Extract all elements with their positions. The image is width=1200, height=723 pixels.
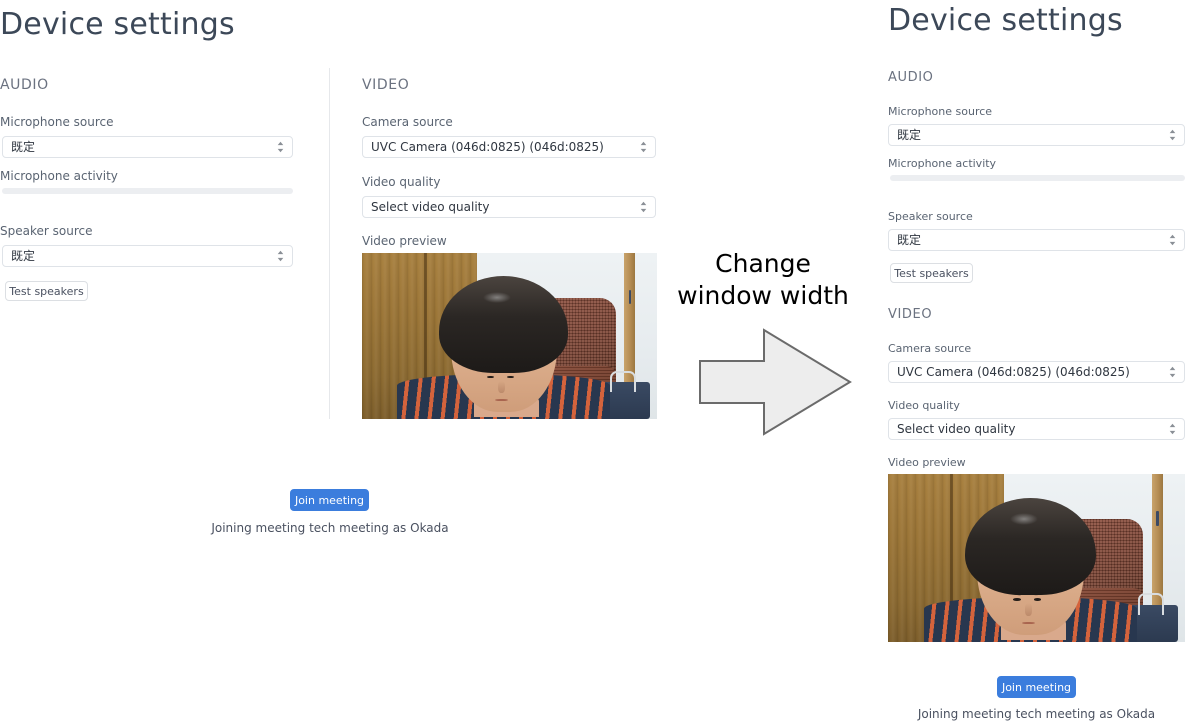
video-quality-select[interactable]: Select video quality: [362, 196, 656, 218]
annotation-group: Change window width: [668, 248, 880, 438]
camera-source-select[interactable]: UVC Camera (046d:0825) (046d:0825): [362, 136, 656, 158]
video-quality-select[interactable]: Select video quality: [888, 418, 1185, 440]
test-speakers-label: Test speakers: [894, 266, 969, 280]
microphone-source-value: 既定: [897, 128, 922, 142]
preview-eye-left: [1013, 598, 1021, 601]
select-chevrons-icon: [1168, 129, 1177, 142]
arrow-right-icon: [698, 326, 853, 438]
preview-eye-left: [486, 375, 495, 379]
video-quality-value: Select video quality: [897, 422, 1016, 436]
microphone-source-select[interactable]: 既定: [888, 124, 1185, 146]
test-speakers-button[interactable]: Test speakers: [890, 263, 973, 283]
preview-hair-highlight: [1009, 513, 1039, 525]
select-chevrons-icon: [276, 250, 285, 263]
preview-bag-handle: [1137, 593, 1165, 616]
narrow-layout-panel: Device settings AUDIO Microphone source …: [888, 0, 1200, 723]
video-quality-value: Select video quality: [371, 200, 490, 214]
camera-source-value: UVC Camera (046d:0825) (046d:0825): [897, 365, 1130, 379]
test-speakers-label: Test speakers: [9, 284, 84, 298]
microphone-activity-label: Microphone activity: [888, 157, 997, 170]
wide-audio-column: AUDIO Microphone source 既定 Microphone ac…: [0, 0, 300, 360]
join-meeting-label: Join meeting: [294, 493, 365, 507]
preview-mouth: [1021, 621, 1035, 625]
microphone-source-select[interactable]: 既定: [2, 136, 293, 158]
preview-eye-right: [506, 375, 515, 379]
preview-eye-right: [1033, 598, 1042, 601]
screenshot-canvas: Device settings AUDIO Microphone source …: [0, 0, 1200, 723]
microphone-source-label: Microphone source: [0, 115, 114, 129]
microphone-activity-label: Microphone activity: [0, 169, 118, 183]
select-chevrons-icon: [639, 201, 648, 214]
select-chevrons-icon: [1168, 423, 1177, 436]
page-title: Device settings: [888, 3, 1123, 38]
video-quality-label: Video quality: [888, 399, 960, 412]
select-chevrons-icon: [1168, 366, 1177, 379]
select-chevrons-icon: [276, 141, 285, 154]
select-chevrons-icon: [639, 141, 648, 154]
speaker-source-label: Speaker source: [0, 224, 93, 238]
video-preview-label: Video preview: [888, 456, 966, 469]
video-preview-label: Video preview: [362, 234, 447, 248]
select-chevrons-icon: [1168, 234, 1177, 247]
video-section-heading: VIDEO: [888, 307, 933, 322]
annotation-line-2: window width: [677, 281, 849, 310]
speaker-source-value: 既定: [11, 249, 36, 263]
preview-mouth: [495, 398, 508, 402]
microphone-activity-meter: [890, 175, 1185, 181]
microphone-activity-meter: [2, 188, 293, 194]
join-status-text: Joining meeting tech meeting as Okada: [211, 521, 449, 535]
speaker-source-value: 既定: [897, 233, 922, 247]
camera-source-value: UVC Camera (046d:0825) (046d:0825): [371, 140, 604, 154]
join-meeting-button[interactable]: Join meeting: [290, 489, 369, 511]
audio-section-heading: AUDIO: [888, 70, 934, 85]
preview-hair-highlight: [482, 291, 512, 304]
column-divider: [329, 68, 330, 419]
preview-bag-handle: [609, 370, 637, 393]
test-speakers-button[interactable]: Test speakers: [5, 281, 88, 301]
microphone-source-label: Microphone source: [888, 105, 993, 118]
video-preview: [362, 253, 657, 419]
speaker-source-select[interactable]: 既定: [888, 229, 1185, 251]
join-meeting-label: Join meeting: [1001, 680, 1072, 694]
camera-source-select[interactable]: UVC Camera (046d:0825) (046d:0825): [888, 361, 1185, 383]
video-preview: [888, 474, 1185, 642]
preview-nose: [1025, 603, 1032, 616]
audio-section-heading: AUDIO: [0, 77, 49, 93]
camera-source-label: Camera source: [888, 342, 972, 355]
camera-source-label: Camera source: [362, 115, 453, 129]
preview-nose: [498, 380, 505, 394]
video-quality-label: Video quality: [362, 175, 441, 189]
speaker-source-label: Speaker source: [888, 210, 973, 223]
video-section-heading: VIDEO: [362, 77, 410, 93]
wide-video-column: VIDEO Camera source UVC Camera (046d:082…: [362, 0, 662, 430]
speaker-source-select[interactable]: 既定: [2, 245, 293, 267]
join-status-text: Joining meeting tech meeting as Okada: [917, 707, 1156, 721]
join-meeting-button[interactable]: Join meeting: [997, 676, 1076, 698]
annotation-line-1: Change: [715, 249, 811, 278]
microphone-source-value: 既定: [11, 140, 36, 154]
